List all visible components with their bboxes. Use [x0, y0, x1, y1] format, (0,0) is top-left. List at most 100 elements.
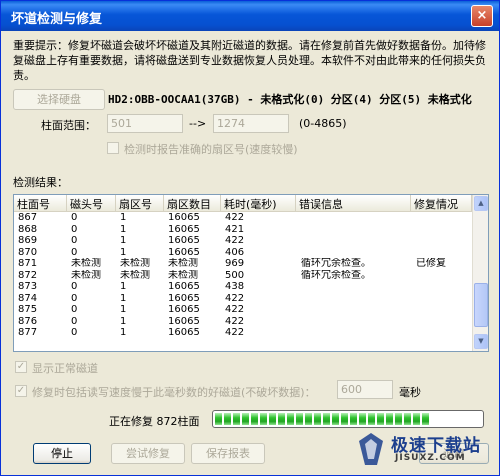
cell-head: 0: [71, 223, 78, 235]
range-hint: (0-4865): [299, 117, 347, 130]
arrow-down-icon: ▼: [478, 337, 484, 345]
report-sector-checkbox[interactable]: [107, 142, 119, 154]
show-normal-checkbox[interactable]: ✓: [15, 361, 27, 373]
cell-cylinder: 870: [18, 246, 38, 258]
disk-info: HD2:OBB-OOCAA1(37GB) - 未格式化(0) 分区(4) 分区(…: [108, 93, 472, 106]
cell-sector: 1: [120, 235, 127, 246]
show-normal-label: 显示正常磁道: [32, 362, 98, 375]
progress-segment: [377, 413, 384, 425]
cell-cylinder: 868: [18, 223, 38, 235]
checkmark-icon: ✓: [16, 385, 26, 396]
slow-track-unit: 毫秒: [399, 386, 421, 399]
progress-segment: [422, 413, 429, 425]
progress-segment: [386, 413, 393, 425]
progress-segment: [224, 413, 231, 425]
results-list[interactable]: 柱面号 磁头号 扇区号 扇区数目 耗时(毫秒) 错误信息 修复情况 867 0 …: [13, 194, 489, 352]
progress-segment: [359, 413, 366, 425]
cell-cylinder: 872: [18, 269, 38, 281]
cell-sector: 未检测: [120, 269, 150, 281]
cell-elapsed: 422: [225, 304, 245, 315]
watermark-url: JISUXZ.COM: [395, 453, 466, 463]
cell-sector-count: 16065: [168, 281, 200, 292]
cell-repair: 已修复: [416, 258, 446, 269]
range-end-input[interactable]: [213, 114, 289, 133]
slow-track-input[interactable]: [337, 380, 393, 399]
cell-sector-count: 16065: [168, 292, 200, 304]
scroll-thumb[interactable]: [474, 283, 488, 327]
close-button[interactable]: ×: [471, 5, 493, 27]
progress-segment: [368, 413, 375, 425]
cell-cylinder: 873: [18, 281, 38, 292]
results-scrollbar[interactable]: ▲ ▼: [472, 195, 488, 351]
progress-segment: [305, 413, 312, 425]
progress-segment: [332, 413, 339, 425]
cell-sector: 1: [120, 327, 127, 338]
cell-elapsed: 422: [225, 292, 245, 304]
site-watermark: 极速下载站 JISUXZ.COM: [353, 429, 491, 469]
cell-sector: 1: [120, 315, 127, 327]
progress-segment: [314, 413, 321, 425]
slow-track-checkbox[interactable]: ✓: [15, 385, 27, 397]
cell-sector-count: 未检测: [168, 258, 198, 269]
progress-segment: [323, 413, 330, 425]
scroll-down-button[interactable]: ▼: [474, 334, 488, 349]
cell-elapsed: 421: [225, 223, 245, 235]
progress-segment: [269, 413, 276, 425]
try-repair-button[interactable]: 尝试修复: [111, 443, 185, 464]
cell-head: 0: [71, 235, 78, 246]
column-header[interactable]: 错误信息: [296, 195, 411, 212]
cell-elapsed: 406: [225, 246, 245, 258]
select-disk-button[interactable]: 选择硬盘: [13, 89, 105, 110]
stop-button[interactable]: 停止: [33, 443, 91, 464]
cell-sector-count: 16065: [168, 304, 200, 315]
cell-sector: 1: [120, 292, 127, 304]
cell-sector-count: 16065: [168, 212, 200, 223]
cell-sector-count: 未检测: [168, 269, 198, 281]
cell-head: 0: [71, 304, 78, 315]
cell-sector-count: 16065: [168, 246, 200, 258]
progress-segment: [233, 413, 240, 425]
arrow-up-icon: ▲: [478, 199, 484, 207]
cell-elapsed: 422: [225, 212, 245, 223]
progress-segment: [287, 413, 294, 425]
progress-segment: [242, 413, 249, 425]
progress-segment: [404, 413, 411, 425]
table-row[interactable]: 877 0 1 16065 422: [14, 327, 472, 340]
cell-cylinder: 867: [18, 212, 38, 223]
status-text: 正在修复 872柱面: [109, 415, 200, 428]
slow-track-label: 修复时包括读写速度慢于此毫秒数的好磁道(不破坏数据)：: [32, 386, 316, 399]
progress-fill: [215, 413, 481, 425]
title-bar[interactable]: 坏道检测与修复 ×: [1, 1, 499, 31]
cell-head: 0: [71, 327, 78, 338]
cell-sector: 1: [120, 281, 127, 292]
cell-elapsed: 422: [225, 315, 245, 327]
cell-sector: 1: [120, 246, 127, 258]
range-start-input[interactable]: [107, 114, 183, 133]
column-header[interactable]: 磁头号: [67, 195, 116, 212]
progress-segment: [278, 413, 285, 425]
column-header[interactable]: 修复情况: [411, 195, 472, 212]
cell-elapsed: 422: [225, 327, 245, 338]
cell-cylinder: 874: [18, 292, 38, 304]
cell-sector-count: 16065: [168, 315, 200, 327]
warning-notice: 重要提示：修复坏磁道会破坏坏磁道及其附近磁道的数据。请在修复前首先做好数据备份。…: [13, 39, 486, 82]
column-header[interactable]: 柱面号: [14, 195, 67, 212]
results-header: 柱面号 磁头号 扇区号 扇区数目 耗时(毫秒) 错误信息 修复情况: [14, 195, 472, 212]
repair-window: 坏道检测与修复 × 重要提示：修复坏磁道会破坏坏磁道及其附近磁道的数据。请在修复…: [0, 0, 500, 476]
cell-sector: 未检测: [120, 258, 150, 269]
progress-segment: [296, 413, 303, 425]
scroll-up-button[interactable]: ▲: [474, 196, 488, 211]
cell-elapsed: 500: [225, 269, 245, 281]
cell-cylinder: 871: [18, 258, 38, 269]
progress-segment: [341, 413, 348, 425]
range-label: 柱面范围：: [41, 119, 96, 132]
column-header[interactable]: 扇区数目: [164, 195, 221, 212]
cell-cylinder: 869: [18, 235, 38, 246]
column-header[interactable]: 耗时(毫秒): [221, 195, 296, 212]
cell-cylinder: 877: [18, 327, 38, 338]
window-title: 坏道检测与修复: [11, 12, 103, 27]
cell-cylinder: 875: [18, 304, 38, 315]
column-header[interactable]: 扇区号: [116, 195, 164, 212]
save-report-button[interactable]: 保存报表: [191, 443, 265, 464]
progress-segment: [413, 413, 420, 425]
